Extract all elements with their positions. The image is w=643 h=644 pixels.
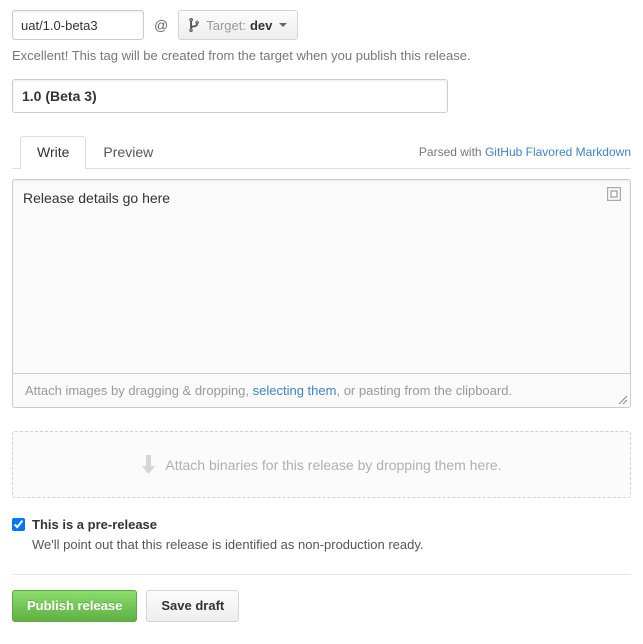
create-release-form: @ Target: dev Excellent! This tag will b… <box>0 0 643 644</box>
gfm-link[interactable]: GitHub Flavored Markdown <box>485 145 631 159</box>
markdown-parsed-note: Parsed with GitHub Flavored Markdown <box>419 145 631 168</box>
prerelease-description: We'll point out that this release is ide… <box>32 537 424 552</box>
publish-release-button[interactable]: Publish release <box>12 590 138 622</box>
target-branch-dropdown[interactable]: Target: dev <box>178 10 299 40</box>
release-title-row <box>0 63 643 113</box>
release-title-input[interactable] <box>12 79 448 113</box>
binaries-dropzone[interactable]: Attach binaries for this release by drop… <box>12 431 631 498</box>
tab-preview[interactable]: Preview <box>86 136 170 168</box>
prerelease-text-block: This is a pre-release We'll point out th… <box>32 516 424 553</box>
editor-tabnav: Write Preview Parsed with GitHub Flavore… <box>12 135 631 169</box>
tag-target-row: @ Target: dev <box>0 0 643 40</box>
target-value: dev <box>249 17 273 33</box>
git-branch-icon <box>189 17 200 33</box>
textarea-wrapper: Attach images by dragging & dropping, se… <box>12 179 631 408</box>
form-actions: Publish release Save draft <box>0 575 643 622</box>
target-label: Target: <box>206 17 246 33</box>
fullscreen-icon[interactable] <box>606 186 622 202</box>
prerelease-section: This is a pre-release We'll point out th… <box>0 498 643 553</box>
selecting-them-link[interactable]: selecting them <box>253 383 337 398</box>
attach-suffix-text: , or pasting from the clipboard. <box>336 383 513 398</box>
attach-prefix-text: Attach images by dragging & dropping, <box>25 383 253 398</box>
tag-helper-note: Excellent! This tag will be created from… <box>12 48 471 63</box>
at-separator: @ <box>154 17 169 33</box>
save-draft-button[interactable]: Save draft <box>146 590 240 622</box>
tag-version-input[interactable] <box>12 10 144 40</box>
parsed-prefix-text: Parsed with <box>418 145 485 159</box>
binaries-dropzone-wrapper: Attach binaries for this release by drop… <box>0 408 643 498</box>
chevron-down-icon <box>279 23 288 27</box>
release-body-textarea[interactable] <box>12 179 631 374</box>
dropzone-text: Attach binaries for this release by drop… <box>165 456 502 473</box>
editor-tabs: Write Preview <box>20 136 170 169</box>
prerelease-title: This is a pre-release <box>32 517 158 532</box>
release-body-editor: Write Preview Parsed with GitHub Flavore… <box>0 113 643 408</box>
download-arrow-icon <box>141 454 156 475</box>
attach-images-note: Attach images by dragging & dropping, se… <box>12 374 631 408</box>
prerelease-checkbox[interactable] <box>12 518 25 531</box>
tab-write[interactable]: Write <box>20 136 87 169</box>
